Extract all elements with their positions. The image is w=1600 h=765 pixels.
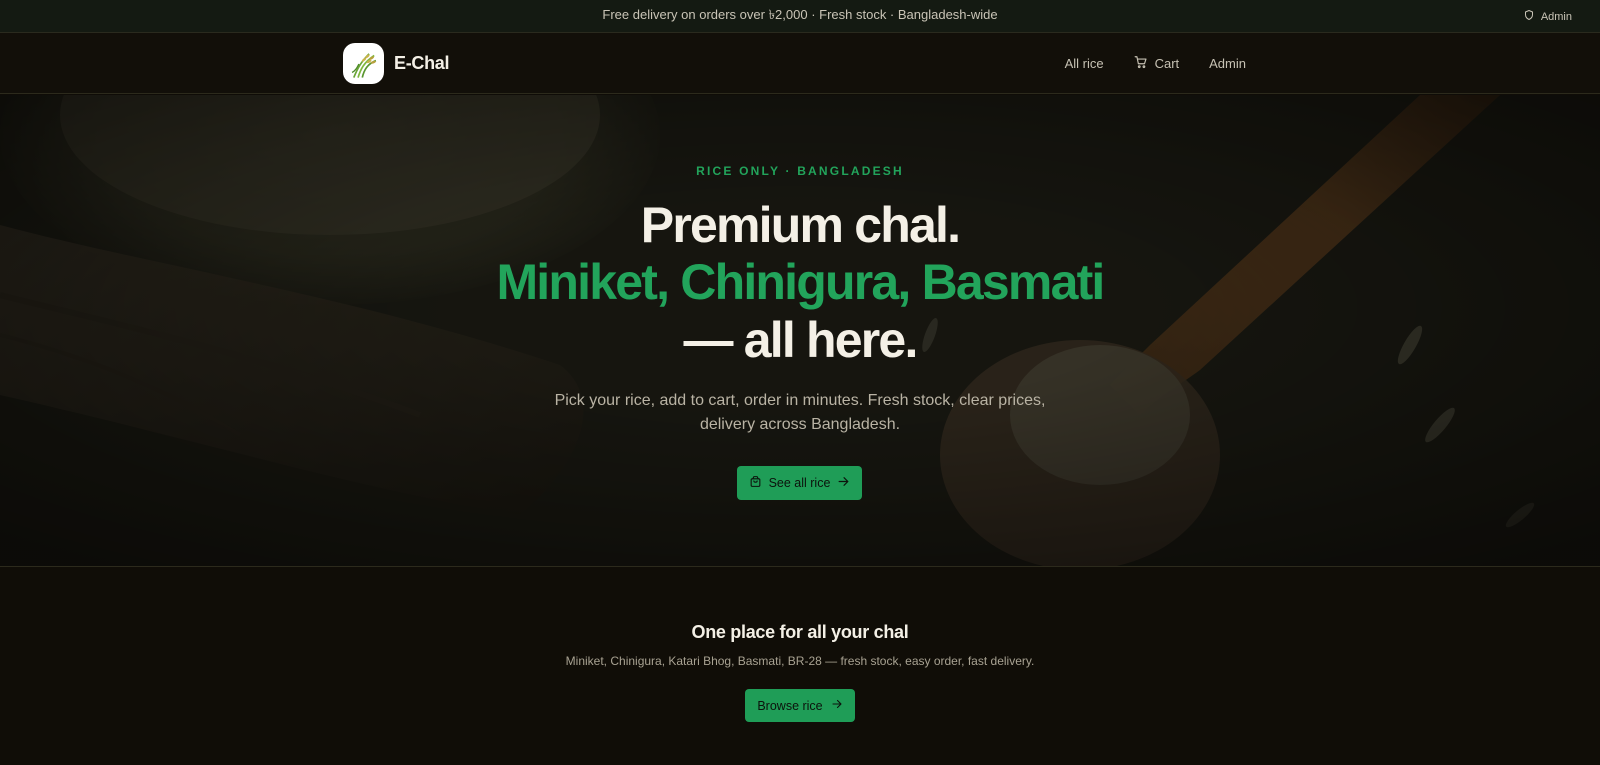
cart-icon bbox=[1134, 55, 1148, 72]
hero-headline-line3: — all here. bbox=[683, 312, 918, 368]
nav-all-rice[interactable]: All rice bbox=[1065, 56, 1104, 71]
brand-home-link[interactable]: E-Chal bbox=[343, 43, 450, 84]
feature-subtitle: Miniket, Chinigura, Katari Bhog, Basmati… bbox=[565, 654, 1035, 668]
hero-headline-line2: Miniket, Chinigura, Basmati bbox=[496, 254, 1105, 310]
nav-admin[interactable]: Admin bbox=[1209, 56, 1246, 71]
see-all-rice-button[interactable]: See all rice bbox=[737, 466, 862, 500]
arrow-right-icon bbox=[831, 698, 843, 713]
announcement-text: Free delivery on orders over ৳2,000 · Fr… bbox=[602, 6, 998, 22]
nav-links: All rice Cart Admin bbox=[1065, 33, 1246, 94]
nav-cart-label: Cart bbox=[1154, 56, 1180, 71]
shield-icon bbox=[1523, 9, 1535, 24]
browse-rice-button[interactable]: Browse rice bbox=[745, 689, 855, 722]
hero-subtext: Pick your rice, add to cart, order in mi… bbox=[554, 392, 1046, 433]
nav-cart[interactable]: Cart bbox=[1134, 55, 1180, 72]
hero-headline-line1: Premium chal. bbox=[640, 197, 961, 253]
shopping-bag-icon bbox=[749, 475, 762, 491]
feature-title: One place for all your chal bbox=[691, 622, 909, 642]
brand-name: E-Chal bbox=[394, 53, 450, 73]
nav-admin-label: Admin bbox=[1209, 56, 1246, 71]
rice-stalk-logo-icon bbox=[343, 43, 384, 84]
main-navbar: E-Chal All rice Cart Admin bbox=[0, 33, 1600, 94]
arrow-right-icon bbox=[837, 475, 850, 491]
browse-rice-label: Browse rice bbox=[757, 698, 823, 713]
nav-all-rice-label: All rice bbox=[1064, 56, 1104, 71]
topbar-admin-link[interactable]: Admin bbox=[1523, 0, 1572, 33]
announcement-bar: Free delivery on orders over ৳2,000 · Fr… bbox=[0, 0, 1600, 33]
hero-section: RICE ONLY · BANGLADESH Premium chal. Min… bbox=[0, 95, 1600, 567]
feature-section: One place for all your chal Miniket, Chi… bbox=[0, 567, 1600, 765]
topbar-admin-label: Admin bbox=[1540, 10, 1572, 23]
hero-eyebrow: RICE ONLY · BANGLADESH bbox=[696, 164, 904, 178]
see-all-rice-label: See all rice bbox=[768, 476, 831, 490]
hero-content: RICE ONLY · BANGLADESH Premium chal. Min… bbox=[0, 95, 1600, 566]
